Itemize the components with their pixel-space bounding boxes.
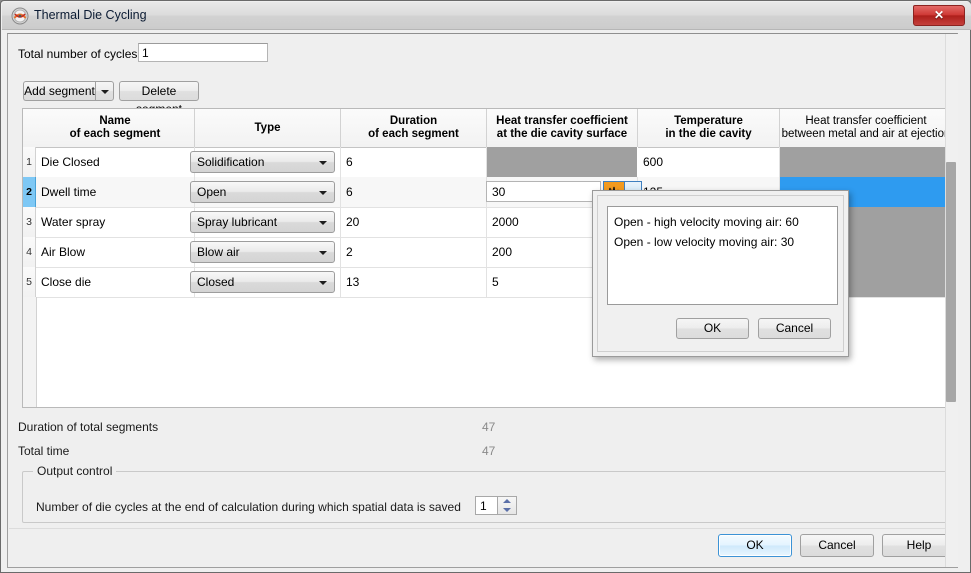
window-scrollbar[interactable] <box>945 34 958 567</box>
type-combobox-value: Spray lubricant <box>197 215 278 229</box>
htc-surface-input[interactable]: 30 <box>486 181 601 202</box>
column-header-htc-surface-line2: at the die cavity surface <box>496 128 628 140</box>
total-cycles-input[interactable] <box>138 43 268 62</box>
table-empty-gutter <box>23 297 37 407</box>
title-bar: Thermal Die Cycling ✕ <box>2 2 971 30</box>
type-combobox[interactable]: Spray lubricant <box>190 211 335 233</box>
type-combobox[interactable]: Closed <box>190 271 335 293</box>
type-combobox-value: Blow air <box>197 245 240 259</box>
cell-type: Closed <box>190 267 341 297</box>
column-header-htc-ejection[interactable]: Heat transfer coefficient between metal … <box>780 109 952 147</box>
app-gauge-icon <box>11 7 29 25</box>
column-header-temperature[interactable]: Temperature in the die cavity <box>638 109 780 147</box>
type-combobox-value: Solidification <box>197 155 265 169</box>
close-icon[interactable]: ✕ <box>913 5 965 26</box>
total-time-label: Total time <box>18 444 70 458</box>
column-header-htc-ejection-line2: between metal and air at ejection <box>781 128 951 140</box>
duration-total-value: 47 <box>482 420 496 434</box>
ok-button[interactable]: OK <box>718 534 792 557</box>
column-header-htc-surface[interactable]: Heat transfer coefficient at the die cav… <box>487 109 638 147</box>
row-header-index[interactable]: 2 <box>23 177 36 207</box>
chevron-down-icon <box>319 281 327 285</box>
column-header-name-line2: of each segment <box>69 128 161 140</box>
cell-duration[interactable]: 13 <box>341 267 487 297</box>
type-combobox-value: Closed <box>197 275 235 289</box>
list-item[interactable]: Open - low velocity moving air: 30 <box>614 232 831 252</box>
total-cycles-label: Total number of cycles <box>18 47 138 61</box>
cell-name[interactable]: Air Blow <box>36 237 195 267</box>
list-item[interactable]: Open - high velocity moving air: 60 <box>614 212 831 232</box>
column-header-type-line1: Type <box>254 121 281 134</box>
cell-duration[interactable]: 6 <box>341 177 487 207</box>
cell-type: Open <box>190 177 341 207</box>
thermal-die-cycling-window: Thermal Die Cycling ✕ Total number of cy… <box>0 0 971 573</box>
chevron-down-icon <box>319 161 327 165</box>
spatial-data-cycles-label: Number of die cycles at the end of calcu… <box>36 500 461 514</box>
row-header-index[interactable]: 3 <box>23 207 36 237</box>
type-combobox-value: Open <box>197 185 227 199</box>
column-header-type[interactable]: Type <box>195 109 341 147</box>
chevron-down-icon <box>319 251 327 255</box>
footer-divider <box>9 528 956 529</box>
cell-htc-surface <box>487 147 638 177</box>
stepper-down-icon[interactable] <box>498 506 516 514</box>
cell-name[interactable]: Dwell time <box>36 177 195 207</box>
duration-total-label: Duration of total segments <box>18 420 159 434</box>
chevron-down-icon <box>319 191 327 195</box>
cell-name[interactable]: Die Closed <box>36 147 195 177</box>
row-header-index[interactable]: 1 <box>23 147 36 177</box>
velocity-option-popup: Open - high velocity moving air: 60 Open… <box>592 190 849 357</box>
column-header-duration-line2: of each segment <box>368 128 459 140</box>
chevron-down-icon <box>319 221 327 225</box>
cell-temperature[interactable]: 600 <box>638 147 780 177</box>
cell-type: Spray lubricant <box>190 207 341 237</box>
stepper-up-icon[interactable] <box>498 497 516 505</box>
total-time-value: 47 <box>482 444 496 458</box>
cancel-button[interactable]: Cancel <box>800 534 874 557</box>
cell-name[interactable]: Water spray <box>36 207 195 237</box>
column-header-name[interactable]: Name of each segment <box>36 109 195 147</box>
column-header-duration-line1: Duration <box>389 115 438 127</box>
row-header-index[interactable]: 5 <box>23 267 36 297</box>
window-title: Thermal Die Cycling <box>34 8 147 22</box>
table-row[interactable]: 1 Die Closed Solidification 6 600 <box>23 147 952 178</box>
add-segment-dropdown-icon[interactable] <box>95 81 114 101</box>
table-header-row: Name of each segment Type Duration of ea… <box>23 109 952 148</box>
delete-segment-button[interactable]: Delete segment <box>119 81 199 116</box>
type-combobox[interactable]: Solidification <box>190 151 335 173</box>
type-combobox[interactable]: Open <box>190 181 335 203</box>
column-header-name-line1: Name <box>99 115 131 127</box>
velocity-option-list[interactable]: Open - high velocity moving air: 60 Open… <box>607 206 838 305</box>
chevron-down-icon <box>100 89 109 94</box>
popup-cancel-button[interactable]: Cancel <box>758 318 831 339</box>
column-header-htc-ejection-line1: Heat transfer coefficient <box>805 115 927 127</box>
spatial-data-cycles-stepper[interactable] <box>497 496 517 515</box>
row-header-index[interactable]: 4 <box>23 237 36 267</box>
column-header-htc-surface-line1: Heat transfer coefficient <box>496 115 628 127</box>
output-control-legend: Output control <box>33 464 117 478</box>
cell-type: Solidification <box>190 147 341 177</box>
cell-duration[interactable]: 2 <box>341 237 487 267</box>
popup-inner-frame: Open - high velocity moving air: 60 Open… <box>597 195 844 352</box>
window-scrollbar-thumb[interactable] <box>946 162 956 402</box>
cell-duration[interactable]: 20 <box>341 207 487 237</box>
column-header-temperature-line1: Temperature <box>674 115 743 127</box>
cell-name[interactable]: Close die <box>36 267 195 297</box>
popup-ok-button[interactable]: OK <box>676 318 749 339</box>
cell-htc-ejection <box>780 147 952 177</box>
cell-duration[interactable]: 6 <box>341 147 487 177</box>
column-header-temperature-line2: in the die cavity <box>665 128 752 140</box>
column-header-duration[interactable]: Duration of each segment <box>341 109 487 147</box>
cell-type: Blow air <box>190 237 341 267</box>
type-combobox[interactable]: Blow air <box>190 241 335 263</box>
add-segment-button[interactable]: Add segment <box>23 81 95 101</box>
